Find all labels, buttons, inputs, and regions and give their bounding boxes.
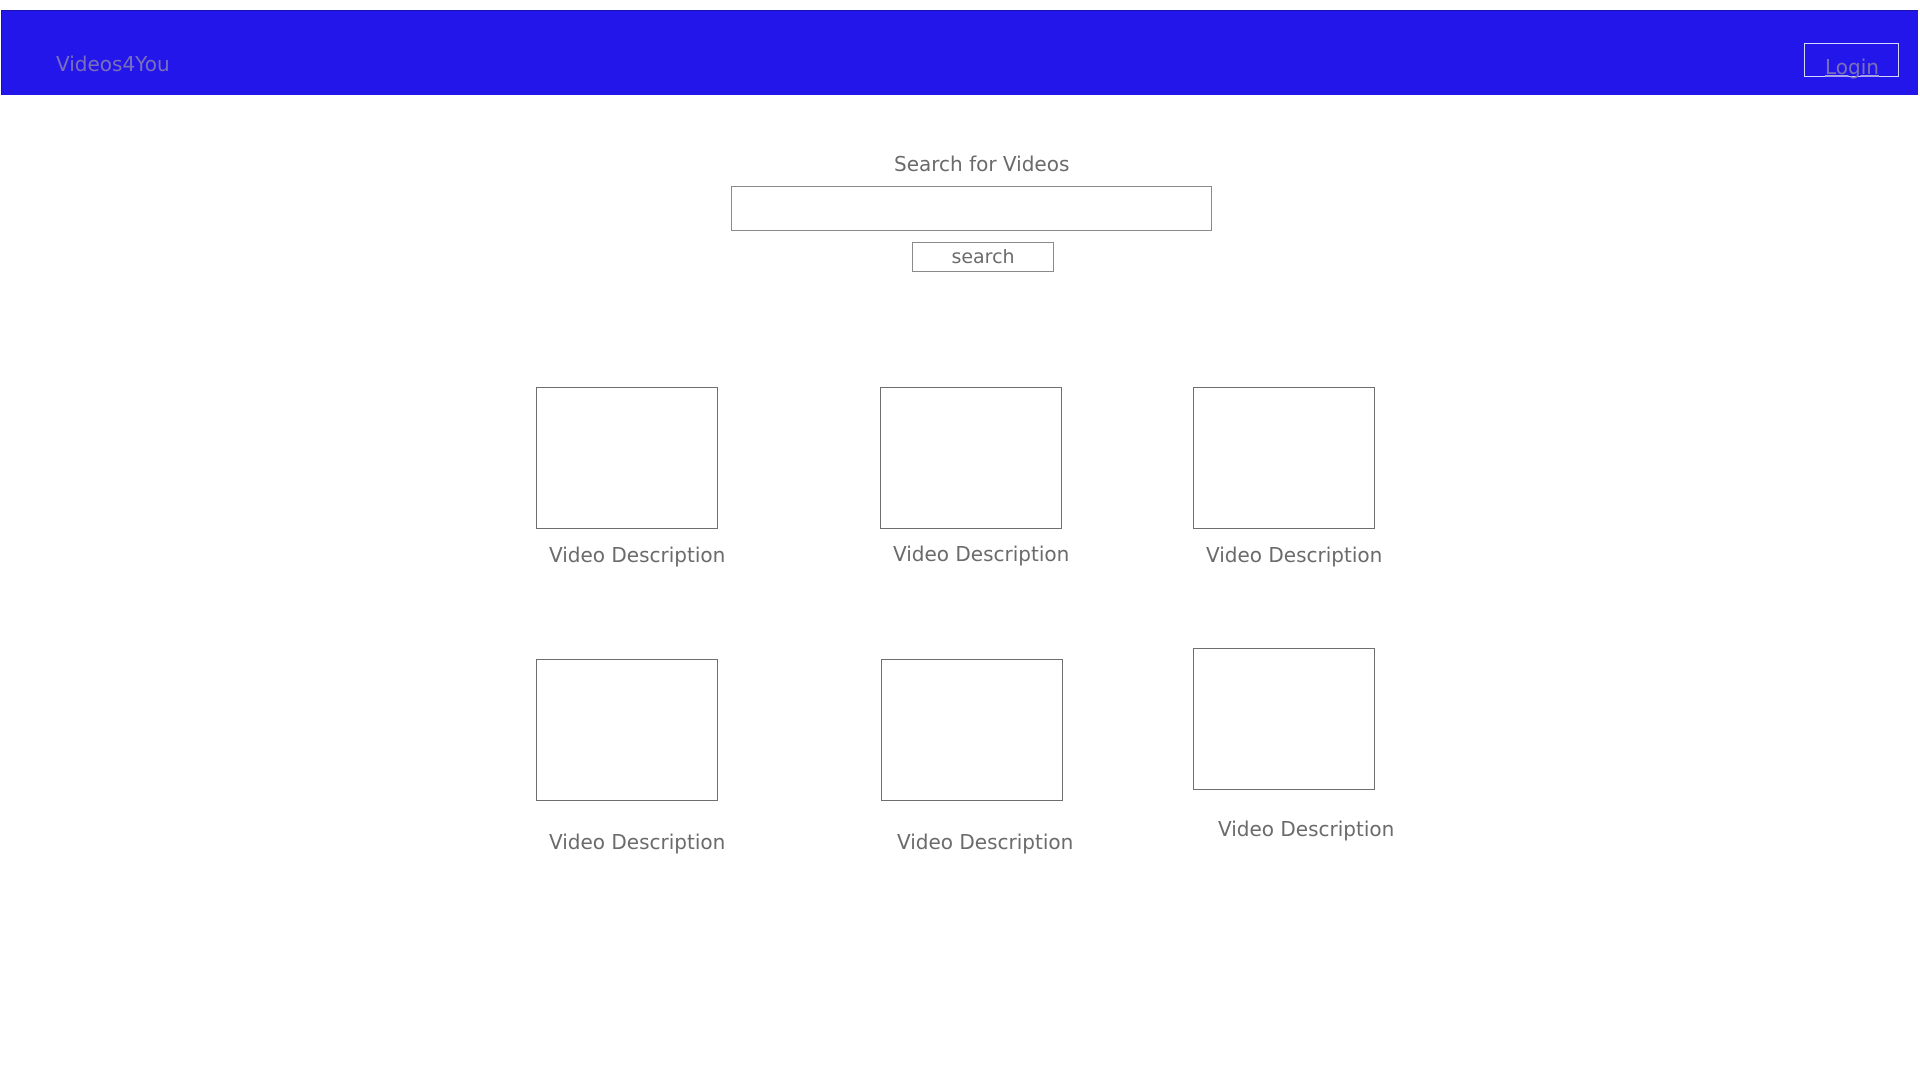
search-button[interactable]: search: [912, 242, 1054, 272]
video-thumbnail-6[interactable]: [1193, 648, 1375, 790]
video-thumbnail-2[interactable]: [880, 387, 1062, 529]
video-thumbnail-1[interactable]: [536, 387, 718, 529]
login-button[interactable]: Login: [1804, 43, 1899, 79]
video-description-6[interactable]: Video Description: [1218, 817, 1394, 841]
video-description-5[interactable]: Video Description: [897, 830, 1073, 854]
video-description-3[interactable]: Video Description: [1206, 543, 1382, 567]
login-button-label: Login: [1825, 55, 1879, 79]
search-heading: Search for Videos: [894, 152, 1070, 176]
search-input[interactable]: [731, 186, 1212, 231]
site-logo-text[interactable]: Videos4You: [56, 52, 170, 76]
video-description-4[interactable]: Video Description: [549, 830, 725, 854]
video-description-2[interactable]: Video Description: [893, 542, 1069, 566]
video-description-1[interactable]: Video Description: [549, 543, 725, 567]
video-thumbnail-4[interactable]: [536, 659, 718, 801]
top-nav-bar: Videos4You Login: [1, 10, 1918, 95]
video-thumbnail-5[interactable]: [881, 659, 1063, 801]
page: Videos4You Login Search for Videos searc…: [0, 0, 1920, 1080]
video-thumbnail-3[interactable]: [1193, 387, 1375, 529]
